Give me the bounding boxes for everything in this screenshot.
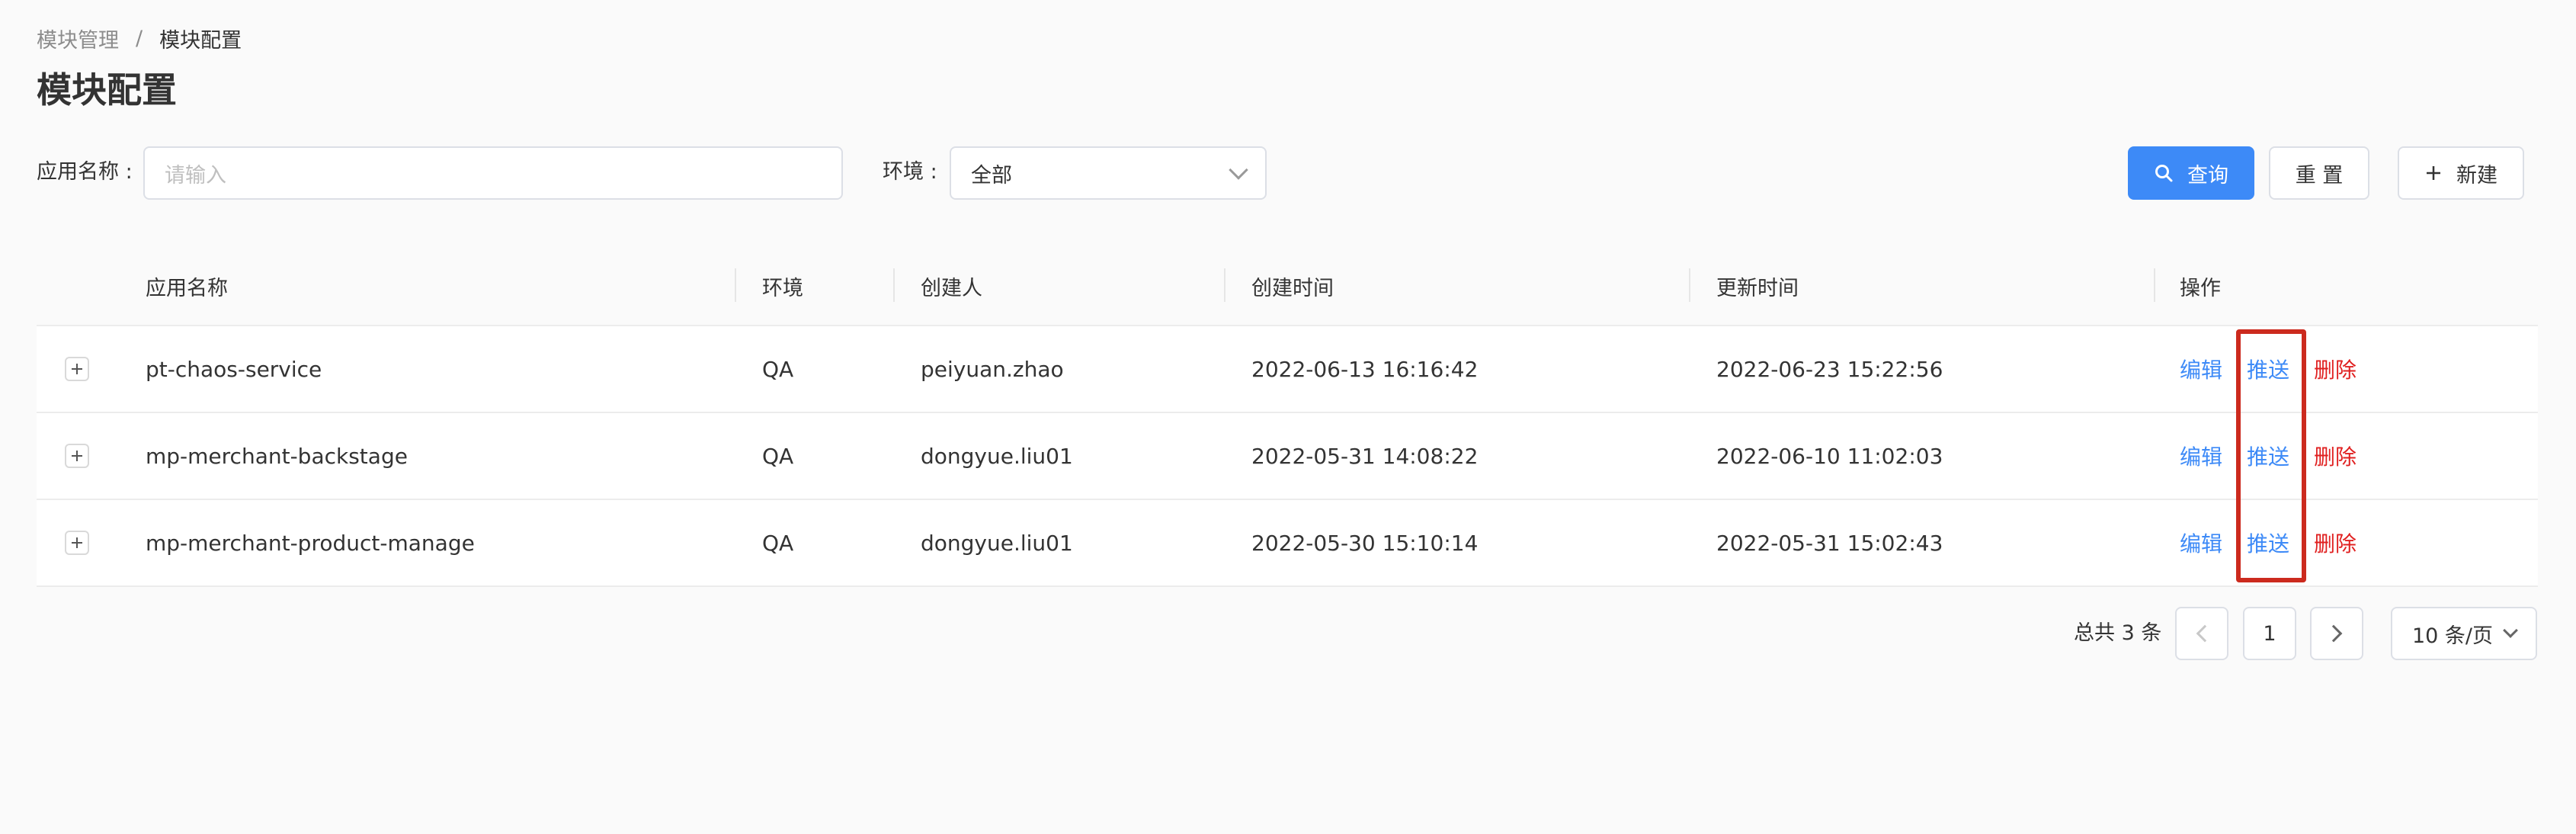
edit-link[interactable]: 编辑 (2180, 326, 2222, 412)
column-header-actions: 操作 (2180, 276, 2221, 300)
table-header: 应用名称 环境 创建人 创建时间 更新时间 操作 (37, 245, 2538, 326)
page-size-value: 10 条/页 (2411, 624, 2494, 648)
app-name-input[interactable]: 请输入 (143, 146, 843, 200)
app-name-placeholder: 请输入 (165, 163, 226, 188)
pagination-page-1[interactable]: 1 (2243, 607, 2296, 660)
plus-icon (2424, 164, 2443, 182)
edit-link[interactable]: 编辑 (2180, 500, 2222, 585)
pagination-prev-button[interactable] (2175, 607, 2228, 660)
cell-updated-at: 2022-05-31 15:02:43 (1716, 530, 1943, 556)
cell-app-name: mp-merchant-product-manage (146, 530, 475, 556)
cell-creator: peiyuan.zhao (921, 356, 1064, 382)
cell-created-at: 2022-06-13 16:16:42 (1251, 356, 1479, 382)
cell-env: QA (762, 530, 794, 556)
table-row: mp-merchant-product-manage QA dongyue.li… (37, 500, 2538, 587)
delete-link[interactable]: 删除 (2314, 326, 2357, 412)
table-row: mp-merchant-backstage QA dongyue.liu01 2… (37, 413, 2538, 500)
pagination-total: 总共 3 条 (2074, 621, 2162, 645)
expand-plus-icon[interactable] (65, 444, 89, 468)
pagination-next-button[interactable] (2310, 607, 2363, 660)
cell-updated-at: 2022-06-10 11:02:03 (1716, 443, 1943, 469)
env-select-value: 全部 (971, 163, 1012, 188)
app-name-label: 应用名称 : (37, 160, 133, 184)
cell-app-name: mp-merchant-backstage (146, 443, 408, 469)
edit-link[interactable]: 编辑 (2180, 413, 2222, 499)
highlight-annotation-box (2236, 329, 2306, 582)
new-button-label: 新建 (2456, 163, 2498, 188)
reset-button-label: 重 置 (2295, 163, 2344, 188)
cell-env: QA (762, 443, 794, 469)
column-header-created-at[interactable]: 创建时间 (1251, 245, 1334, 326)
reset-button[interactable]: 重 置 (2269, 146, 2369, 200)
expand-plus-icon[interactable] (65, 357, 89, 381)
delete-link[interactable]: 删除 (2314, 500, 2357, 585)
column-divider (2154, 268, 2155, 302)
cell-created-at: 2022-05-30 15:10:14 (1251, 530, 1479, 556)
query-button-label: 查询 (2187, 163, 2228, 188)
column-divider (893, 268, 895, 302)
pagination-page-number: 1 (2263, 621, 2276, 646)
table-row: pt-chaos-service QA peiyuan.zhao 2022-06… (37, 326, 2538, 413)
breadcrumb-parent[interactable]: 模块管理 (37, 24, 119, 53)
column-header-updated-at[interactable]: 更新时间 (1716, 245, 1799, 326)
breadcrumb-separator: / (136, 26, 143, 50)
page-size-select[interactable]: 10 条/页 (2391, 607, 2537, 660)
chevron-left-icon (2196, 624, 2214, 643)
column-divider (735, 268, 736, 302)
cell-updated-at: 2022-06-23 15:22:56 (1716, 356, 1943, 382)
column-header-app-name[interactable]: 应用名称 (146, 245, 228, 326)
chevron-down-icon (1229, 160, 1248, 180)
cell-env: QA (762, 356, 794, 382)
cell-app-name: pt-chaos-service (146, 356, 322, 382)
breadcrumb-current: 模块配置 (159, 28, 242, 53)
cell-creator: dongyue.liu01 (921, 530, 1073, 556)
env-select[interactable]: 全部 (950, 146, 1267, 200)
chevron-right-icon (2324, 624, 2343, 643)
new-button[interactable]: 新建 (2398, 146, 2524, 200)
search-icon (2154, 163, 2174, 183)
expand-plus-icon[interactable] (65, 531, 89, 555)
chevron-down-icon (2503, 623, 2518, 638)
query-button[interactable]: 查询 (2128, 146, 2254, 200)
env-label: 环境 : (883, 160, 937, 184)
cell-creator: dongyue.liu01 (921, 443, 1073, 469)
breadcrumb: 模块管理 / 模块配置 (37, 23, 242, 53)
column-divider (1689, 268, 1690, 302)
page-title: 模块配置 (37, 69, 177, 111)
column-header-creator[interactable]: 创建人 (921, 245, 982, 326)
delete-link[interactable]: 删除 (2314, 413, 2357, 499)
column-divider (1224, 268, 1226, 302)
column-header-env[interactable]: 环境 (762, 245, 803, 326)
cell-created-at: 2022-05-31 14:08:22 (1251, 443, 1479, 469)
